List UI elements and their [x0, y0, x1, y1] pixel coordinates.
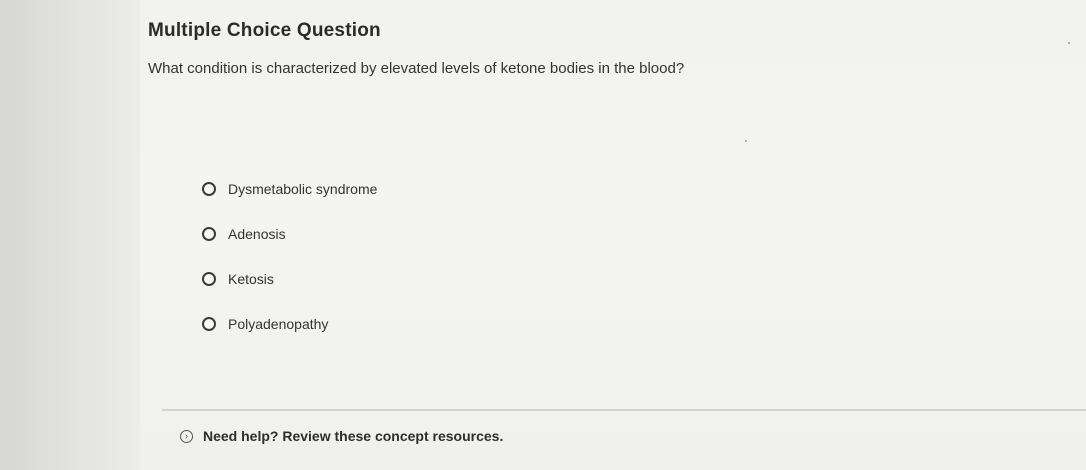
radio-button[interactable]: [202, 317, 216, 331]
help-text: Need help? Review these concept resource…: [203, 428, 504, 444]
speck: [745, 140, 747, 142]
help-link[interactable]: › Need help? Review these concept resour…: [180, 428, 503, 444]
option-polyadenopathy[interactable]: Polyadenopathy: [202, 314, 377, 334]
option-adenosis[interactable]: Adenosis: [202, 224, 377, 244]
option-label: Dysmetabolic syndrome: [228, 181, 378, 197]
divider: [162, 409, 1086, 411]
left-gutter: [0, 0, 140, 470]
option-dysmetabolic-syndrome[interactable]: Dysmetabolic syndrome: [202, 179, 377, 199]
answer-options: Dysmetabolic syndrome Adenosis Ketosis P…: [202, 179, 377, 359]
radio-button[interactable]: [202, 182, 216, 196]
radio-button[interactable]: [202, 227, 216, 241]
question-text: What condition is characterized by eleva…: [148, 60, 685, 77]
chevron-circle-icon: ›: [180, 429, 193, 443]
speck: [1068, 42, 1070, 44]
radio-button[interactable]: [202, 272, 216, 286]
question-card: Multiple Choice Question What condition …: [140, 0, 1086, 470]
option-label: Adenosis: [228, 226, 286, 242]
question-title: Multiple Choice Question: [148, 20, 381, 41]
option-label: Ketosis: [228, 271, 274, 287]
option-ketosis[interactable]: Ketosis: [202, 269, 377, 289]
option-label: Polyadenopathy: [228, 316, 329, 332]
